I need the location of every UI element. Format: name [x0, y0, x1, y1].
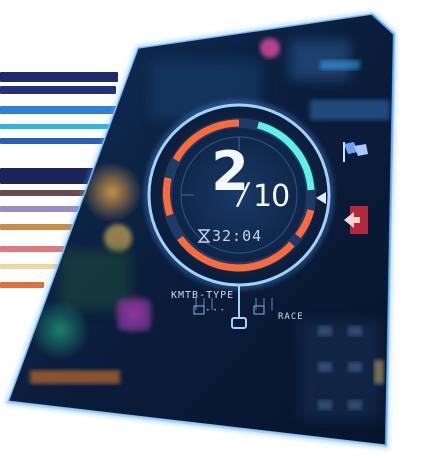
- svg-text:• • •: • • •: [206, 307, 224, 314]
- gauge-arc-orange-left: [163, 177, 174, 217]
- hud-graphics: • • •: [3, 10, 398, 450]
- race-hud-panel: • • • 2 / 10 32:04 KMTB-TYPE RACE: [0, 0, 442, 462]
